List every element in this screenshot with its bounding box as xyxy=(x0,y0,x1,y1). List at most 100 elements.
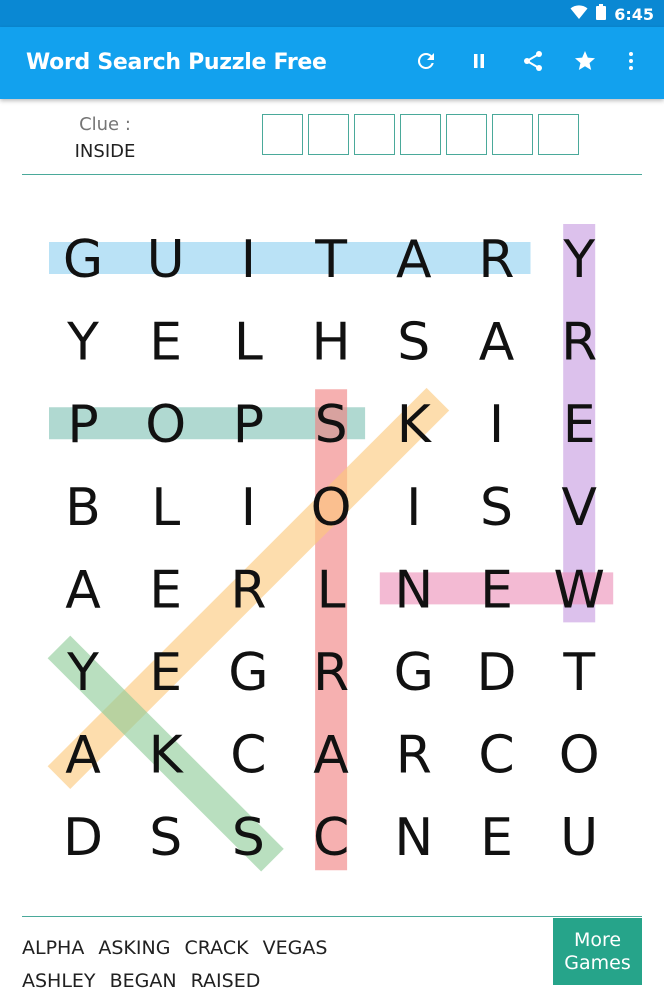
pause-button[interactable] xyxy=(465,49,493,77)
grid-letter[interactable]: N xyxy=(394,808,433,868)
word-list-row-2: ASHLEY BEGAN RAISED xyxy=(22,965,335,998)
grid-letter[interactable]: K xyxy=(149,726,185,786)
grid-letter[interactable]: K xyxy=(397,395,433,455)
grid-letter[interactable]: O xyxy=(559,726,600,786)
grid-letter[interactable]: A xyxy=(396,230,432,290)
grid-letter[interactable]: Y xyxy=(562,230,595,290)
more-games-line2: Games xyxy=(564,951,631,974)
grid-letter[interactable]: L xyxy=(151,478,180,538)
status-time: 6:45 xyxy=(614,5,654,24)
pause-icon xyxy=(467,49,491,78)
grid-letter[interactable]: L xyxy=(234,313,263,373)
grid-letter[interactable]: S xyxy=(480,478,513,538)
share-button[interactable] xyxy=(519,49,547,77)
grid-letter[interactable]: A xyxy=(479,313,515,373)
word-item: VEGAS xyxy=(262,937,328,959)
grid-letter[interactable]: E xyxy=(480,560,513,620)
grid-letter[interactable]: G xyxy=(63,230,103,290)
grid-letter[interactable]: E xyxy=(149,560,182,620)
grid-letter[interactable]: E xyxy=(480,808,513,868)
wifi-icon xyxy=(570,4,588,25)
grid-letter[interactable]: R xyxy=(396,726,432,786)
grid-letter[interactable]: E xyxy=(149,313,182,373)
grid-letter[interactable]: D xyxy=(476,643,516,703)
answer-box xyxy=(538,114,579,155)
word-item: ALPHA xyxy=(22,937,85,959)
grid-letter[interactable]: W xyxy=(553,560,604,620)
grid-letter[interactable]: C xyxy=(478,726,514,786)
grid-letter[interactable]: L xyxy=(317,560,346,620)
answer-box xyxy=(492,114,533,155)
app-bar: Word Search Puzzle Free xyxy=(0,27,664,99)
word-item: ASHLEY xyxy=(22,970,96,992)
grid-letter[interactable]: O xyxy=(145,395,186,455)
grid-letter[interactable]: C xyxy=(313,808,349,868)
grid-letter[interactable]: S xyxy=(149,808,182,868)
grid-letter[interactable]: P xyxy=(67,395,98,455)
grid-letter[interactable]: G xyxy=(394,643,434,703)
app-title: Word Search Puzzle Free xyxy=(26,50,327,75)
grid-letter[interactable]: S xyxy=(397,313,430,373)
more-vert-icon xyxy=(619,49,643,78)
grid-letter[interactable]: C xyxy=(230,726,266,786)
refresh-icon xyxy=(414,49,438,78)
grid-letter[interactable]: U xyxy=(147,230,185,290)
grid-letter[interactable]: S xyxy=(315,395,348,455)
battery-icon xyxy=(596,4,607,25)
grid-letter[interactable]: I xyxy=(241,230,256,290)
grid-letter[interactable]: R xyxy=(478,230,514,290)
grid-letter[interactable]: A xyxy=(65,560,101,620)
clue-value: INSIDE xyxy=(74,141,136,162)
status-icons: 6:45 xyxy=(570,4,654,25)
answer-boxes xyxy=(262,114,579,155)
word-list-row-1: ALPHA ASKING CRACK VEGAS xyxy=(22,932,335,965)
more-games-button[interactable]: More Games xyxy=(553,918,642,985)
grid-letter[interactable]: E xyxy=(149,643,182,703)
top-divider xyxy=(22,174,642,175)
status-bar: 6:45 xyxy=(0,0,664,27)
more-games-line1: More xyxy=(573,928,622,951)
grid-letter[interactable]: R xyxy=(561,313,597,373)
refresh-button[interactable] xyxy=(412,49,440,77)
word-item: ASKING xyxy=(98,937,171,959)
grid-letter[interactable]: R xyxy=(313,643,349,703)
answer-box xyxy=(400,114,441,155)
clue-label: Clue : xyxy=(79,114,131,135)
grid-letter[interactable]: A xyxy=(313,726,349,786)
grid-letter[interactable]: O xyxy=(311,478,352,538)
grid-letter[interactable]: I xyxy=(489,395,504,455)
answer-box xyxy=(308,114,349,155)
grid-letter[interactable]: Y xyxy=(66,643,99,703)
star-icon xyxy=(573,49,597,78)
grid-letter[interactable]: N xyxy=(394,560,433,620)
word-item: BEGAN xyxy=(109,970,177,992)
grid-letter[interactable]: H xyxy=(312,313,351,373)
grid-letter[interactable]: V xyxy=(561,478,597,538)
grid-letter[interactable]: A xyxy=(65,726,101,786)
overflow-menu-button[interactable] xyxy=(617,49,645,77)
word-item: RAISED xyxy=(190,970,261,992)
grid-letter[interactable]: P xyxy=(233,395,264,455)
favorite-button[interactable] xyxy=(571,49,599,77)
bottom-divider xyxy=(22,916,642,917)
letter-grid[interactable]: G U I T A R YY E L H S A RP O P S K I EB L I O I S VA E R L N E WY E G R G… xyxy=(0,176,664,916)
answer-box xyxy=(446,114,487,155)
grid-letter[interactable]: E xyxy=(563,395,596,455)
grid-letter[interactable]: S xyxy=(232,808,265,868)
share-icon xyxy=(521,49,545,78)
grid-letter[interactable]: U xyxy=(560,808,598,868)
grid-letter[interactable]: R xyxy=(230,560,266,620)
grid-letter[interactable]: T xyxy=(562,643,595,703)
word-list: ALPHA ASKING CRACK VEGAS ASHLEY BEGAN RA… xyxy=(22,932,335,998)
puzzle-board[interactable]: GUITARYYELHSARPOPSKIEBLIOISVAERLNEWYEGRG… xyxy=(0,176,664,916)
answer-box xyxy=(262,114,303,155)
grid-letter[interactable]: G xyxy=(228,643,268,703)
word-item: CRACK xyxy=(184,937,249,959)
grid-letter[interactable]: Y xyxy=(66,313,99,373)
grid-letter[interactable]: T xyxy=(314,230,347,290)
grid-letter[interactable]: I xyxy=(241,478,256,538)
answer-box xyxy=(354,114,395,155)
grid-letter[interactable]: D xyxy=(63,808,103,868)
grid-letter[interactable]: I xyxy=(406,478,421,538)
grid-letter[interactable]: B xyxy=(65,478,101,538)
